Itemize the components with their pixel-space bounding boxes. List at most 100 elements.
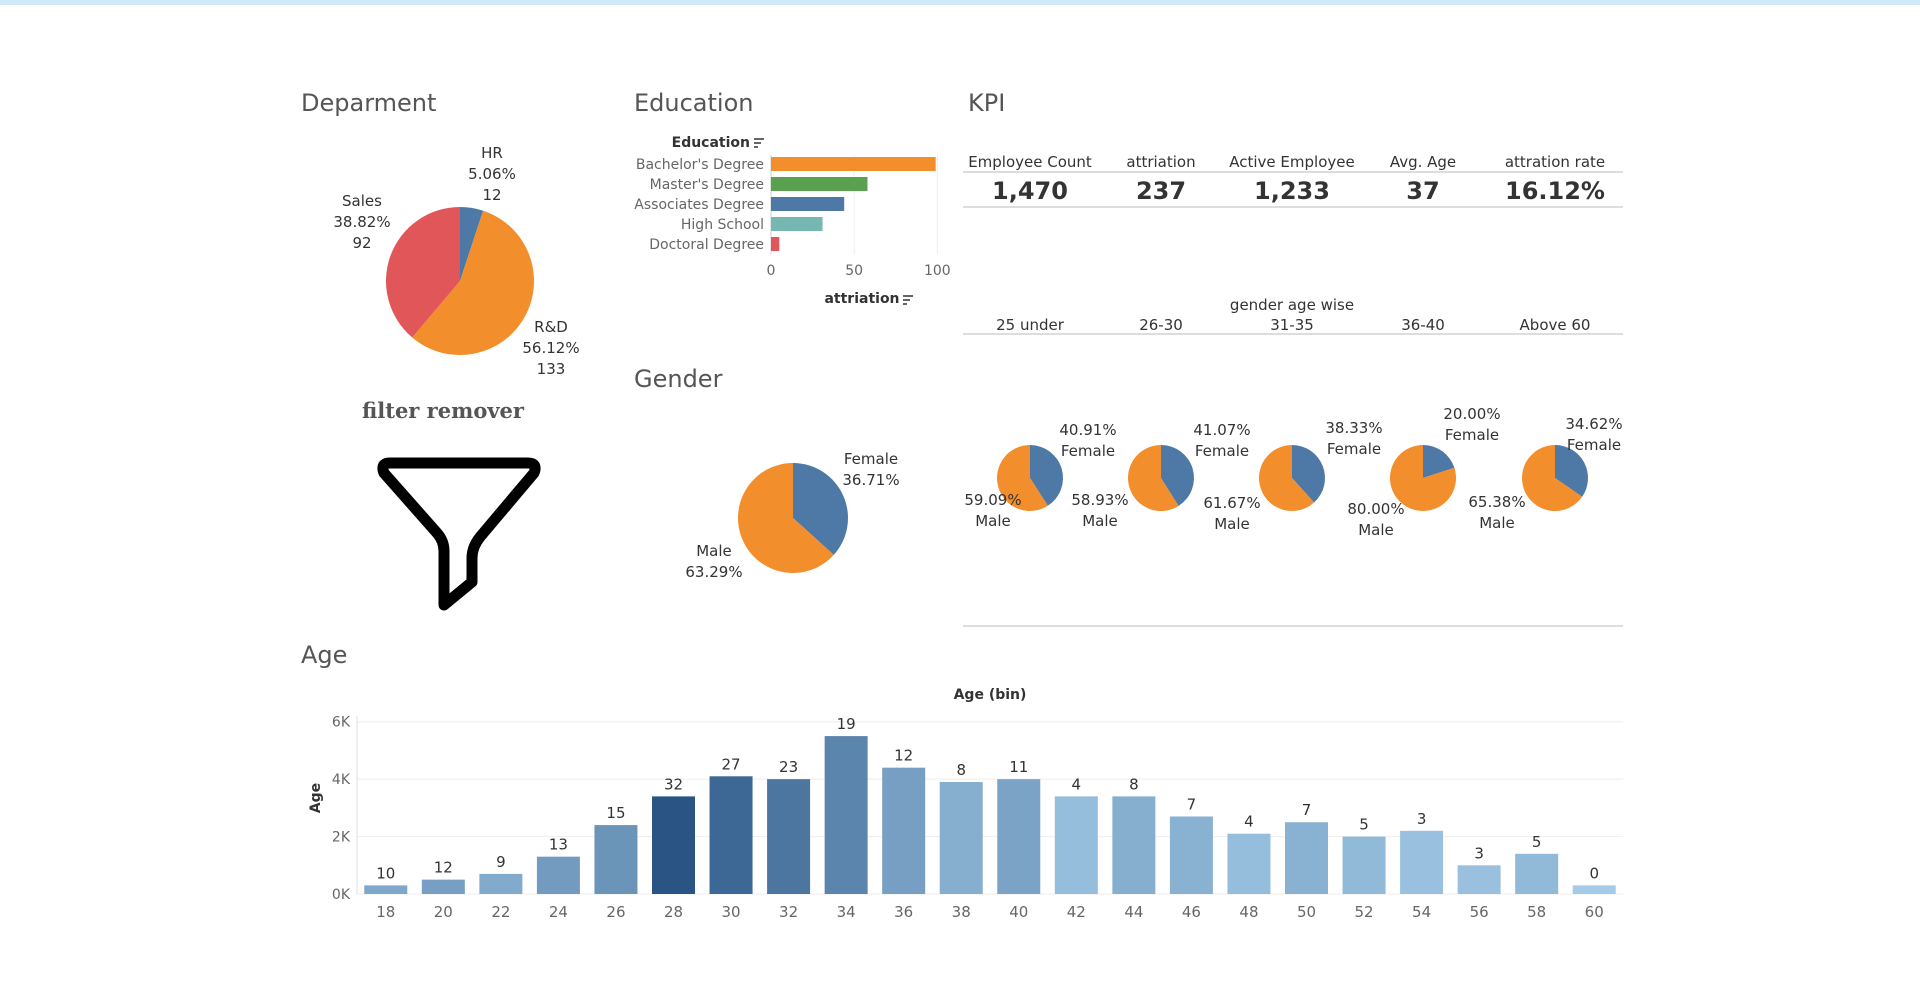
top-bar	[0, 0, 1920, 5]
age-bar-label: 8	[1129, 775, 1139, 793]
age-bar[interactable]	[1400, 830, 1444, 894]
education-category-label: Doctoral Degree	[649, 237, 764, 253]
age-bar[interactable]	[1112, 796, 1156, 894]
age-group-header: 31-35	[1270, 316, 1314, 334]
age-ytick: 0K	[332, 887, 351, 903]
age-bar[interactable]	[479, 873, 523, 894]
education-category-label: High School	[681, 217, 764, 233]
age-xtick: 20	[434, 903, 453, 921]
age-bar[interactable]	[364, 885, 408, 894]
age-bar-label: 7	[1187, 795, 1197, 813]
age-xtick: 44	[1124, 903, 1143, 921]
education-category-label: Bachelor's Degree	[636, 157, 764, 173]
age-bar-label: 5	[1532, 833, 1542, 851]
age-bar-label: 11	[1009, 758, 1028, 776]
gender-pie-chart: Female 36.71% Male 63.29%	[685, 450, 899, 581]
age-bar[interactable]	[652, 796, 695, 894]
age-bar[interactable]	[824, 736, 868, 894]
education-title: Education	[634, 89, 754, 117]
age-bar-label: 19	[837, 715, 856, 733]
age-bar[interactable]	[1515, 853, 1559, 894]
gender-age-wise-header: gender age wise 25 under 26-30 31-35 36-40 Ab…	[963, 296, 1623, 335]
sort-icon[interactable]	[754, 138, 764, 148]
age-bar[interactable]	[1457, 865, 1501, 894]
kpi-value: 1,233	[1254, 177, 1330, 205]
gender-age-wise-pies: 40.91% Female 59.09% Male 41.07% Female 58.93%…	[963, 405, 1623, 627]
department-pie-chart: HR 5.06% 12 R&D 56.12% 133 Sales 38.82% 92	[333, 144, 579, 378]
age-bar-label: 8	[956, 761, 966, 779]
age-xtick: 54	[1412, 903, 1431, 921]
age-bar[interactable]	[1285, 822, 1328, 894]
education-category-label: Associates Degree	[634, 197, 764, 213]
education-bar[interactable]	[771, 217, 823, 231]
age-group-male-label: 61.67% Male	[1203, 494, 1260, 533]
department-title: Deparment	[301, 89, 437, 117]
age-group-female-label: 20.00% Female	[1443, 405, 1500, 444]
age-xtick: 36	[894, 903, 913, 921]
gender-label-female: Female 36.71%	[842, 450, 899, 489]
kpi-value: 237	[1136, 177, 1186, 205]
gender-label-male: Male 63.29%	[685, 542, 742, 581]
age-xtick: 30	[721, 903, 740, 921]
age-bar[interactable]	[536, 856, 580, 894]
education-category-header: Education	[672, 135, 750, 151]
education-bar[interactable]	[771, 237, 780, 251]
age-xtick: 60	[1585, 903, 1604, 921]
funnel-icon[interactable]	[372, 455, 547, 615]
kpi-value: 1,470	[992, 177, 1068, 205]
age-bar[interactable]	[882, 767, 926, 894]
education-bar[interactable]	[771, 177, 868, 191]
age-bar-label: 15	[606, 804, 625, 822]
age-xtick: 34	[837, 903, 856, 921]
age-bar[interactable]	[421, 879, 465, 894]
age-bar-label: 4	[1072, 775, 1082, 793]
age-bar-label: 3	[1474, 844, 1484, 862]
sort-icon[interactable]	[903, 295, 913, 305]
age-group-male-label: 80.00% Male	[1347, 500, 1404, 539]
age-bar-label: 0	[1589, 864, 1599, 882]
age-ytick: 2K	[332, 830, 351, 846]
age-bar[interactable]	[1342, 836, 1386, 894]
age-xtick: 42	[1067, 903, 1086, 921]
age-bar[interactable]	[767, 779, 811, 894]
age-bar-label: 7	[1302, 801, 1312, 819]
age-title: Age	[301, 641, 348, 669]
age-bar[interactable]	[709, 776, 753, 894]
age-bar[interactable]	[997, 779, 1041, 894]
age-chart-title: Age (bin)	[954, 687, 1027, 703]
age-bar[interactable]	[939, 782, 983, 894]
kpi-table: Employee Count 1,470 attriation 237 Active E…	[963, 153, 1623, 208]
age-xtick: 46	[1182, 903, 1201, 921]
age-bar[interactable]	[1227, 833, 1271, 894]
age-bar-label: 9	[496, 853, 506, 871]
age-group-female-label: 34.62% Female	[1565, 415, 1622, 454]
age-group-female-label: 38.33% Female	[1325, 419, 1382, 458]
age-xtick: 40	[1009, 903, 1028, 921]
age-xtick: 28	[664, 903, 683, 921]
kpi-column-header: Active Employee	[1229, 153, 1354, 171]
age-xtick: 56	[1470, 903, 1489, 921]
age-xtick: 26	[606, 903, 625, 921]
filter-remover-title: filter remover	[362, 398, 524, 423]
age-group-header: 36-40	[1401, 316, 1445, 334]
age-bar-label: 5	[1359, 816, 1369, 834]
age-bar[interactable]	[1169, 816, 1213, 894]
age-xtick: 22	[491, 903, 510, 921]
age-bar[interactable]	[594, 825, 638, 894]
age-xtick: 18	[376, 903, 395, 921]
kpi-value: 37	[1406, 177, 1439, 205]
age-ytick: 6K	[332, 715, 351, 731]
age-bar[interactable]	[1572, 885, 1616, 894]
age-group-female-label: 41.07% Female	[1193, 421, 1250, 460]
age-bar[interactable]	[1054, 796, 1098, 894]
age-bar-label: 4	[1244, 813, 1254, 831]
age-ytick: 4K	[332, 772, 351, 788]
age-group-male-label: 58.93% Male	[1071, 491, 1128, 530]
age-group-header: Above 60	[1520, 316, 1591, 334]
education-xtick: 50	[845, 263, 863, 279]
education-bar[interactable]	[771, 197, 845, 211]
education-bar[interactable]	[771, 157, 936, 171]
age-xtick: 24	[549, 903, 568, 921]
gender-title: Gender	[634, 365, 723, 393]
age-group-female-label: 40.91% Female	[1059, 421, 1116, 460]
